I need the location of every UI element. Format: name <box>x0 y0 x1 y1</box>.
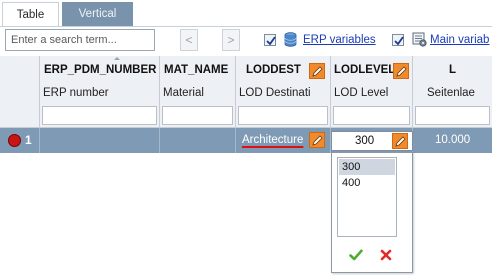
row-header-cell[interactable]: 1 <box>0 128 40 153</box>
checkmark-icon <box>394 36 404 46</box>
column-filter-input[interactable] <box>238 106 328 125</box>
cell-loddest[interactable]: Architecture <box>236 128 331 153</box>
pencil-icon <box>312 66 323 77</box>
column-header-erp-pdm-number[interactable]: ERP_PDM_NUMBER ERP number <box>40 56 160 128</box>
column-subtitle: LOD Level <box>334 87 389 99</box>
pencil-icon <box>395 136 406 147</box>
column-header-loddest[interactable]: LODDEST LOD Destinati <box>236 56 331 128</box>
toolbar: < > ERP variables Main variab <box>0 27 492 56</box>
column-title: ERP_PDM_NUMBER <box>44 64 157 76</box>
tab-table[interactable]: Table <box>2 2 59 27</box>
cell-l[interactable]: 10.000 <box>413 128 492 153</box>
lodlevel-value: 300 <box>355 135 375 147</box>
column-title: LODLEVEL <box>334 64 396 76</box>
column-header-l[interactable]: L Seitenlae <box>413 56 492 128</box>
next-button[interactable]: > <box>222 29 240 51</box>
erp-variables-checkbox[interactable] <box>264 34 276 46</box>
column-title: L <box>449 64 457 76</box>
option-list[interactable]: 300 400 <box>337 157 397 237</box>
column-subtitle: Seitenlae <box>427 87 475 99</box>
main-variables-link[interactable]: Main variab <box>430 34 489 46</box>
confirm-check-icon[interactable] <box>349 249 363 261</box>
main-variables-icon <box>412 32 427 47</box>
loddest-value: Architecture <box>242 134 304 146</box>
column-subtitle: ERP number <box>43 87 109 99</box>
tab-vertical[interactable]: Vertical <box>62 2 133 27</box>
column-header-lodlevel[interactable]: LODLEVEL LOD Level <box>331 56 413 128</box>
tab-bar: Table Vertical <box>0 0 492 27</box>
column-subtitle: LOD Destinati <box>239 87 311 99</box>
column-header-mat-name[interactable]: MAT_NAME Material <box>160 56 236 128</box>
lodlevel-dropdown: 300 400 <box>331 152 413 273</box>
checkmark-icon <box>266 36 276 46</box>
option-400[interactable]: 400 <box>339 175 395 191</box>
edit-cell-button[interactable] <box>309 132 325 148</box>
column-filter-input[interactable] <box>162 106 233 125</box>
data-grid: ERP_PDM_NUMBER ERP number MAT_NAME Mater… <box>0 56 492 279</box>
erp-variables-link[interactable]: ERP variables <box>303 34 376 46</box>
previous-button[interactable]: < <box>180 29 198 51</box>
pencil-icon <box>312 135 323 146</box>
lodlevel-editor[interactable]: 300 <box>331 131 413 151</box>
pencil-icon <box>396 66 407 77</box>
search-input[interactable] <box>5 29 155 51</box>
sort-indicator-icon <box>114 57 120 60</box>
column-filter-input[interactable] <box>333 106 410 125</box>
row-header-corner <box>0 56 40 128</box>
edit-column-button[interactable] <box>309 63 325 79</box>
cancel-x-icon[interactable] <box>380 249 392 261</box>
database-icon <box>284 32 297 47</box>
error-status-icon <box>8 134 21 147</box>
cell-erp-pdm-number[interactable] <box>40 128 160 153</box>
column-filter-input[interactable] <box>415 106 490 125</box>
column-filter-input[interactable] <box>42 106 157 125</box>
cell-mat-name[interactable] <box>160 128 236 153</box>
edit-column-button[interactable] <box>393 63 409 79</box>
column-title: LODDEST <box>246 64 301 76</box>
table-row[interactable]: 1 Architecture 10.000 <box>0 128 492 153</box>
column-title: MAT_NAME <box>164 64 229 76</box>
main-variables-checkbox[interactable] <box>392 34 404 46</box>
edit-cell-button[interactable] <box>392 133 408 149</box>
l-value: 10.000 <box>435 134 471 146</box>
column-subtitle: Material <box>163 87 204 99</box>
option-300[interactable]: 300 <box>339 159 395 175</box>
row-number: 1 <box>25 133 32 147</box>
